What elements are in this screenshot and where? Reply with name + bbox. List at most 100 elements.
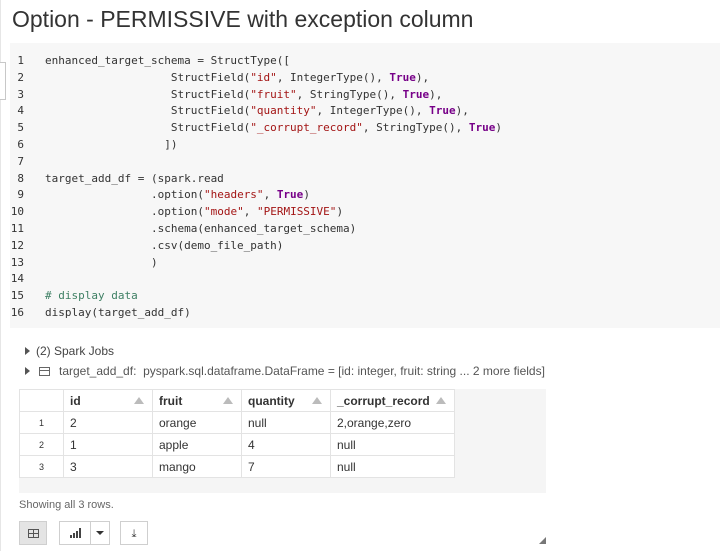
code-line: 2 StructField("id", IntegerType(), True)…	[10, 70, 720, 87]
code-token: ])	[45, 137, 178, 151]
line-number: 1	[17, 54, 24, 67]
code-text: target_add_df = (spark.read	[24, 171, 224, 188]
table-cell: 3	[63, 455, 153, 478]
code-token: .option(	[45, 188, 204, 202]
sort-icon[interactable]	[134, 397, 144, 404]
table-cell: 2	[63, 411, 153, 434]
download-button[interactable]: ⤓	[120, 521, 148, 545]
code-token: , StringType(),	[362, 121, 469, 135]
chart-view-button[interactable]	[59, 521, 91, 545]
code-token: .csv(demo_file_path)	[45, 238, 284, 252]
column-header-label: fruit	[159, 393, 183, 408]
table-cell: null	[241, 411, 331, 434]
column-header-label: quantity	[248, 393, 295, 408]
download-icon: ⤓	[131, 526, 137, 540]
code-text: StructField("id", IntegerType(), True),	[24, 70, 429, 87]
table-cell: 7	[241, 455, 331, 478]
column-header-label: _corrupt_record	[337, 393, 430, 408]
code-token: , IntegerType(),	[316, 104, 430, 118]
code-line: 7	[10, 154, 720, 171]
code-token: ),	[455, 104, 469, 118]
column-header-fruit[interactable]: fruit	[152, 389, 242, 412]
cell-collapse-handle[interactable]	[0, 62, 6, 100]
code-line: 15 # display data	[10, 288, 720, 305]
code-token: StructField(	[45, 87, 251, 101]
code-token: )	[336, 205, 344, 219]
dataframe-type: pyspark.sql.dataframe.DataFrame = [id: i…	[143, 364, 545, 378]
code-editor[interactable]: 1 enhanced_target_schema = StructType([2 …	[10, 43, 720, 328]
output-toolbar: ⤓	[19, 521, 148, 545]
code-text: display(target_add_df)	[24, 305, 191, 322]
result-table: id fruit quantity _corrupt_record 1 2 orange n…	[19, 389, 455, 478]
line-number: 13	[10, 255, 24, 269]
code-line: 16 display(target_add_df)	[10, 305, 720, 322]
code-line: 13 )	[10, 255, 720, 272]
spark-jobs-label: (2) Spark Jobs	[36, 344, 115, 358]
column-header-quantity[interactable]: quantity	[241, 389, 331, 412]
code-token: True	[468, 121, 496, 135]
code-line: 4 StructField("quantity", IntegerType(),…	[10, 103, 720, 120]
line-number: 2	[17, 70, 24, 84]
row-index: 2	[19, 433, 64, 456]
sort-icon[interactable]	[223, 397, 233, 404]
line-number: 7	[17, 154, 24, 168]
expand-triangle-icon	[25, 367, 30, 375]
table-cell: apple	[152, 433, 242, 456]
code-token: True	[429, 104, 456, 118]
dataframe-schema-toggle[interactable]: target_add_df: pyspark.sql.dataframe.Dat…	[25, 364, 545, 378]
table-row: 2 1 apple 4 null	[19, 433, 455, 456]
code-line: 14	[10, 271, 720, 288]
code-token: )	[303, 188, 310, 202]
code-text: StructField("_corrupt_record", StringTyp…	[24, 120, 502, 137]
line-number: 8	[17, 171, 24, 185]
table-row: 3 3 mango 7 null	[19, 455, 455, 478]
code-token: "headers"	[203, 188, 264, 202]
code-token: "fruit"	[250, 87, 297, 101]
code-token: target_add_df = (spark.read	[45, 171, 224, 185]
cell-title: Option - PERMISSIVE with exception colum…	[12, 6, 474, 32]
code-token: ),	[415, 70, 430, 84]
code-line: 3 StructField("fruit", StringType(), Tru…	[10, 87, 720, 104]
code-token: ,	[243, 205, 257, 219]
row-index: 3	[19, 455, 64, 478]
column-header-id[interactable]: id	[63, 389, 153, 412]
line-number: 11	[10, 221, 24, 235]
code-text: enhanced_target_schema = StructType([	[24, 53, 290, 70]
line-number: 14	[10, 272, 24, 286]
code-text: .schema(enhanced_target_schema)	[24, 221, 356, 238]
table-row: 1 2 orange null 2,orange,zero	[19, 411, 455, 434]
result-table-container: id fruit quantity _corrupt_record 1 2 orange n…	[19, 389, 546, 493]
code-line: 5 StructField("_corrupt_record", StringT…	[10, 120, 720, 137]
table-cell: null	[330, 455, 455, 478]
code-token: ,	[263, 188, 277, 202]
code-line: 9 .option("headers", True)	[10, 187, 720, 204]
code-text: StructField("quantity", IntegerType(), T…	[24, 103, 469, 120]
spark-jobs-toggle[interactable]: (2) Spark Jobs	[25, 344, 114, 358]
chart-options-dropdown[interactable]	[91, 521, 110, 545]
code-token: ),	[429, 87, 443, 101]
table-view-button[interactable]	[19, 521, 47, 545]
column-header-corruptrecord[interactable]: _corrupt_record	[330, 389, 455, 412]
sort-icon[interactable]	[312, 397, 322, 404]
code-token: )	[45, 255, 158, 269]
sort-icon[interactable]	[436, 397, 446, 404]
line-number: 12	[10, 238, 24, 252]
code-token: )	[495, 121, 502, 135]
code-token: .schema(enhanced_target_schema)	[45, 221, 357, 235]
code-token: StructField(	[45, 121, 251, 135]
dataframe-icon	[39, 366, 50, 376]
code-token: .option(	[45, 205, 204, 219]
code-token: True	[276, 188, 304, 202]
code-text: )	[24, 255, 158, 272]
table-header-row: id fruit quantity _corrupt_record	[19, 389, 455, 412]
bar-chart-icon	[69, 528, 81, 538]
caret-down-icon	[96, 531, 104, 535]
code-line: 8 target_add_df = (spark.read	[10, 171, 720, 188]
table-cell: null	[330, 433, 455, 456]
resize-handle-icon[interactable]	[538, 536, 546, 544]
code-token: StructField(	[45, 104, 251, 118]
table-icon	[27, 528, 39, 538]
code-token: , IntegerType(),	[276, 70, 390, 84]
